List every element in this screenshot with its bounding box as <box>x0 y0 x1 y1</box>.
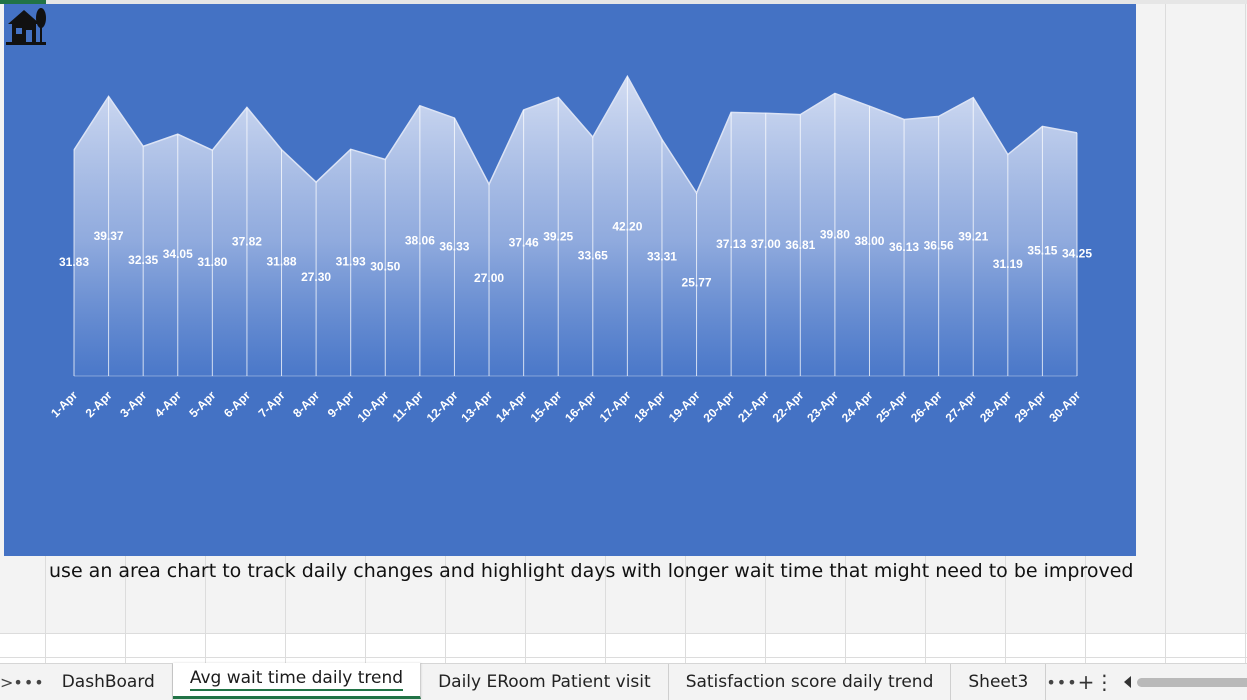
x-tick-label: 3-Apr <box>117 388 149 420</box>
tab-dashboard[interactable]: DashBoard <box>45 664 173 700</box>
data-label: 31.93 <box>336 254 366 268</box>
data-label: 36.33 <box>439 239 469 253</box>
x-tick-label: 15-Apr <box>528 388 565 425</box>
x-tick-label: 17-Apr <box>597 388 634 425</box>
data-label: 34.05 <box>163 247 193 261</box>
x-tick-label: 20-Apr <box>700 388 737 425</box>
data-label: 37.82 <box>232 234 262 248</box>
x-tick-label: 11-Apr <box>390 388 427 425</box>
x-tick-label: 6-Apr <box>221 388 253 420</box>
x-tick-label: 2-Apr <box>83 388 115 420</box>
tab-satisfaction-score-daily-trend[interactable]: Satisfaction score daily trend <box>669 664 952 700</box>
data-label: 38.00 <box>854 234 884 248</box>
x-tick-label: 26-Apr <box>908 388 945 425</box>
x-tick-label: 30-Apr <box>1046 388 1083 425</box>
x-tick-label: 14-Apr <box>493 388 530 425</box>
area-chart[interactable]: 31.83 39.37 32.35 34.05 31.80 37.82 31.88 27.30… <box>4 4 1136 556</box>
data-label: 38.06 <box>405 234 435 248</box>
tab-label: Avg wait time daily trend <box>189 668 404 691</box>
x-tick-label: 7-Apr <box>256 388 288 420</box>
x-tick-label: 8-Apr <box>290 388 322 420</box>
data-label: 37.46 <box>509 236 539 250</box>
x-axis-tick-labels: 1-Apr 2-Apr 3-Apr 4-Apr 5-Apr 6-Apr 7-Apr 8-Apr… <box>48 388 1083 425</box>
x-tick-label: 28-Apr <box>977 388 1014 425</box>
tab-avg-wait-time-daily-trend[interactable]: Avg wait time daily trend <box>172 662 422 699</box>
more-sheets-right-button[interactable]: ••• <box>1046 673 1077 692</box>
tab-label: Daily ERoom Patient visit <box>438 672 651 692</box>
tab-label: DashBoard <box>61 672 155 692</box>
data-label: 31.83 <box>59 255 89 269</box>
tab-label: Sheet3 <box>968 672 1029 692</box>
x-tick-label: 12-Apr <box>424 388 461 425</box>
data-label: 30.50 <box>370 259 400 273</box>
data-label: 39.21 <box>958 230 988 244</box>
x-tick-label: 22-Apr <box>770 388 807 425</box>
x-tick-label: 29-Apr <box>1012 388 1049 425</box>
sheet-options-button[interactable]: ⋮ <box>1094 670 1114 694</box>
x-tick-label: 1-Apr <box>48 388 80 420</box>
x-tick-label: 19-Apr <box>666 388 703 425</box>
x-tick-label: 25-Apr <box>873 388 910 425</box>
tab-sheet3[interactable]: Sheet3 <box>951 664 1047 700</box>
x-tick-label: 4-Apr <box>152 388 184 420</box>
x-tick-label: 13-Apr <box>458 388 495 425</box>
x-tick-label: 10-Apr <box>355 388 392 425</box>
area-fill[interactable] <box>74 76 1077 376</box>
tab-daily-eroom-patient-visit[interactable]: Daily ERoom Patient visit <box>421 664 669 700</box>
data-label: 31.19 <box>993 257 1023 271</box>
horizontal-scrollbar[interactable] <box>1114 676 1247 688</box>
chart-svg: 31.83 39.37 32.35 34.05 31.80 37.82 31.88 27.30… <box>48 74 1092 425</box>
x-tick-label: 21-Apr <box>735 388 772 425</box>
tab-label: Satisfaction score daily trend <box>685 672 934 692</box>
data-label: 33.65 <box>578 249 608 263</box>
data-label: 37.00 <box>751 237 781 251</box>
data-label: 35.15 <box>1027 243 1057 257</box>
chart-note-text: use an area chart to track daily changes… <box>49 560 1134 582</box>
x-tick-label: 24-Apr <box>839 388 876 425</box>
data-label: 34.25 <box>1062 247 1092 261</box>
x-tick-label: 23-Apr <box>804 388 841 425</box>
data-label: 36.13 <box>889 240 919 254</box>
house-icon <box>6 8 46 45</box>
spreadsheet-rows[interactable] <box>0 633 1247 663</box>
x-tick-label: 9-Apr <box>325 388 357 420</box>
sheet-tab-bar: > ••• DashBoard Avg wait time daily tren… <box>0 662 1247 700</box>
data-label: 27.30 <box>301 270 331 284</box>
x-tick-label: 16-Apr <box>562 388 599 425</box>
data-label: 36.81 <box>785 238 815 252</box>
data-label: 27.00 <box>474 271 504 285</box>
add-sheet-button[interactable]: + <box>1078 670 1095 694</box>
data-label: 31.88 <box>267 255 297 269</box>
data-label: 37.13 <box>716 237 746 251</box>
data-label: 39.80 <box>820 228 850 242</box>
x-tick-label: 27-Apr <box>943 388 980 425</box>
data-label: 36.56 <box>924 239 954 253</box>
scroll-left-arrow-icon[interactable] <box>1124 676 1132 688</box>
data-label: 39.37 <box>94 229 124 243</box>
data-label: 42.20 <box>612 220 642 234</box>
scroll-tabs-right-button[interactable]: > <box>0 664 13 700</box>
scrollbar-thumb[interactable] <box>1137 677 1247 687</box>
x-tick-label: 5-Apr <box>186 388 218 420</box>
more-sheets-left-button[interactable]: ••• <box>13 673 44 692</box>
data-label: 31.80 <box>197 255 227 269</box>
data-label: 25.77 <box>682 275 712 289</box>
data-label: 32.35 <box>128 253 158 267</box>
data-label: 33.31 <box>647 250 677 264</box>
area-series <box>73 74 1078 376</box>
data-label: 39.25 <box>543 230 573 244</box>
x-tick-label: 18-Apr <box>631 388 668 425</box>
